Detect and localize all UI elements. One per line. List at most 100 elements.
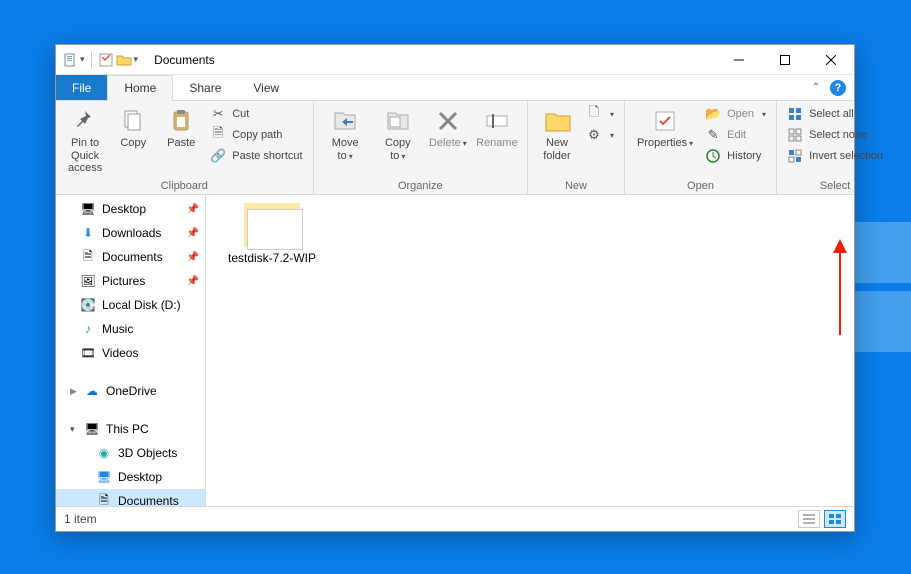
edit-icon: ✎ <box>705 127 721 143</box>
collapse-ribbon-icon[interactable]: ⌃ <box>812 82 820 93</box>
delete-button[interactable]: Delete▾ <box>427 105 469 152</box>
chevron-down-icon[interactable]: ▾ <box>80 54 85 65</box>
group-organize: Move to▾ Copy to▾ Delete▾ <box>314 101 528 194</box>
onedrive-icon: ☁ <box>84 384 100 398</box>
group-label: Select <box>785 178 885 192</box>
titlebar: ▾ ▾ Documents <box>56 45 854 75</box>
copy-to-button[interactable]: Copy to▾ <box>375 105 421 164</box>
pin-icon: 📌 <box>187 252 199 263</box>
invert-icon <box>787 148 803 164</box>
copy-path-button[interactable]: 🗎 Copy path <box>208 126 304 144</box>
shortcut-icon: 🔗 <box>210 148 226 164</box>
nav-music[interactable]: ♪Music <box>56 317 205 341</box>
easy-access-icon: ⚙ <box>586 127 602 143</box>
move-to-button[interactable]: Move to▾ <box>322 105 369 164</box>
new-folder-icon <box>543 107 571 135</box>
chevron-down-icon[interactable]: ▾ <box>70 424 78 435</box>
pin-icon: 📌 <box>187 204 199 215</box>
pin-icon <box>71 107 99 135</box>
pin-to-quick-access-button[interactable]: Pin to Quick access <box>64 105 106 177</box>
window-body: 🖥Desktop📌 ⬇Downloads📌 🗎Documents📌 🖼Pictu… <box>56 195 854 507</box>
history-icon <box>705 148 721 164</box>
open-button[interactable]: 📂 Open▾ <box>703 105 768 123</box>
paste-icon <box>167 107 195 135</box>
help-icon[interactable]: ? <box>830 80 846 96</box>
move-icon <box>331 107 359 135</box>
scissors-icon: ✂ <box>210 106 226 122</box>
item-count: 1 item <box>64 512 97 526</box>
ribbon-tabs: File Home Share View ⌃ ? <box>56 75 854 101</box>
quick-access-toolbar: ▾ ▾ <box>56 51 144 69</box>
minimize-button[interactable] <box>716 45 762 75</box>
properties-button[interactable]: Properties▾ <box>633 105 697 152</box>
nav-documents[interactable]: 🗎Documents📌 <box>56 245 205 269</box>
properties-icon <box>651 107 679 135</box>
new-item-button[interactable]: 🗋▾ <box>584 105 616 123</box>
edit-button[interactable]: ✎ Edit <box>703 126 768 144</box>
videos-icon: 🎞 <box>80 346 96 360</box>
invert-selection-button[interactable]: Invert selection <box>785 147 885 165</box>
group-label: Organize <box>322 178 519 192</box>
select-none-button[interactable]: Select none <box>785 126 885 144</box>
select-none-icon <box>787 127 803 143</box>
rename-button[interactable]: Rename <box>475 105 519 152</box>
new-folder-button[interactable]: New folder <box>536 105 578 164</box>
rename-icon <box>483 107 511 135</box>
history-button[interactable]: History <box>703 147 768 165</box>
group-label: Open <box>633 178 768 192</box>
pin-icon: 📌 <box>187 276 199 287</box>
desktop-icon: 🖥 <box>80 202 96 216</box>
folder-item[interactable]: testdisk-7.2-WIP <box>222 203 322 265</box>
pin-icon: 📌 <box>187 228 199 239</box>
cut-button[interactable]: ✂ Cut <box>208 105 304 123</box>
copy-button[interactable]: Copy <box>112 105 154 152</box>
pictures-icon: 🖼 <box>80 274 96 288</box>
nav-pc-desktop[interactable]: 🖥Desktop <box>56 465 205 489</box>
details-view-button[interactable] <box>798 510 820 528</box>
open-icon: 📂 <box>705 106 721 122</box>
documents-icon: 🗎 <box>80 247 96 268</box>
ribbon: Pin to Quick access Copy Paste ✂ <box>56 101 854 195</box>
icons-view-button[interactable] <box>824 510 846 528</box>
tab-view[interactable]: View <box>237 75 295 100</box>
nav-desktop[interactable]: 🖥Desktop📌 <box>56 197 205 221</box>
folder-icon <box>244 203 300 247</box>
group-new: New folder 🗋▾ ⚙▾ New <box>528 101 625 194</box>
close-button[interactable] <box>808 45 854 75</box>
easy-access-button[interactable]: ⚙▾ <box>584 126 616 144</box>
desktop-icon: 🖥 <box>96 470 112 484</box>
select-all-button[interactable]: Select all <box>785 105 885 123</box>
nav-downloads[interactable]: ⬇Downloads📌 <box>56 221 205 245</box>
maximize-button[interactable] <box>762 45 808 75</box>
downloads-icon: ⬇ <box>80 226 96 240</box>
nav-videos[interactable]: 🎞Videos <box>56 341 205 365</box>
paste-button[interactable]: Paste <box>160 105 202 152</box>
tab-file[interactable]: File <box>56 75 107 100</box>
group-open: Properties▾ 📂 Open▾ ✎ Edit <box>625 101 777 194</box>
group-clipboard: Pin to Quick access Copy Paste ✂ <box>56 101 314 194</box>
objects3d-icon: ◉ <box>96 446 112 460</box>
group-select: Select all Select none Invert selection <box>777 101 893 194</box>
nav-local-disk[interactable]: 💽Local Disk (D:) <box>56 293 205 317</box>
music-icon: ♪ <box>80 322 96 336</box>
nav-pc-documents[interactable]: 🗎Documents <box>56 489 205 506</box>
documents-icon: 🗎 <box>96 491 112 507</box>
nav-pictures[interactable]: 🖼Pictures📌 <box>56 269 205 293</box>
content-pane[interactable]: testdisk-7.2-WIP <box>206 195 854 506</box>
chevron-down-icon[interactable]: ▾ <box>134 54 139 65</box>
nav-onedrive[interactable]: ▶☁OneDrive <box>56 379 205 403</box>
status-bar: 1 item <box>56 507 854 531</box>
nav-this-pc[interactable]: ▾🖥This PC <box>56 417 205 441</box>
navigation-pane[interactable]: 🖥Desktop📌 ⬇Downloads📌 🗎Documents📌 🖼Pictu… <box>56 195 206 506</box>
tab-share[interactable]: Share <box>173 75 237 100</box>
folder-icon[interactable] <box>116 52 132 68</box>
new-item-icon: 🗋 <box>586 106 602 122</box>
window-title: Documents <box>154 53 215 67</box>
nav-3d-objects[interactable]: ◉3D Objects <box>56 441 205 465</box>
group-label: Clipboard <box>64 178 305 192</box>
pc-icon: 🖥 <box>84 422 100 436</box>
paste-shortcut-button[interactable]: 🔗 Paste shortcut <box>208 147 304 165</box>
tab-home[interactable]: Home <box>107 75 173 101</box>
chevron-right-icon[interactable]: ▶ <box>70 386 78 397</box>
properties-icon[interactable] <box>98 52 114 68</box>
